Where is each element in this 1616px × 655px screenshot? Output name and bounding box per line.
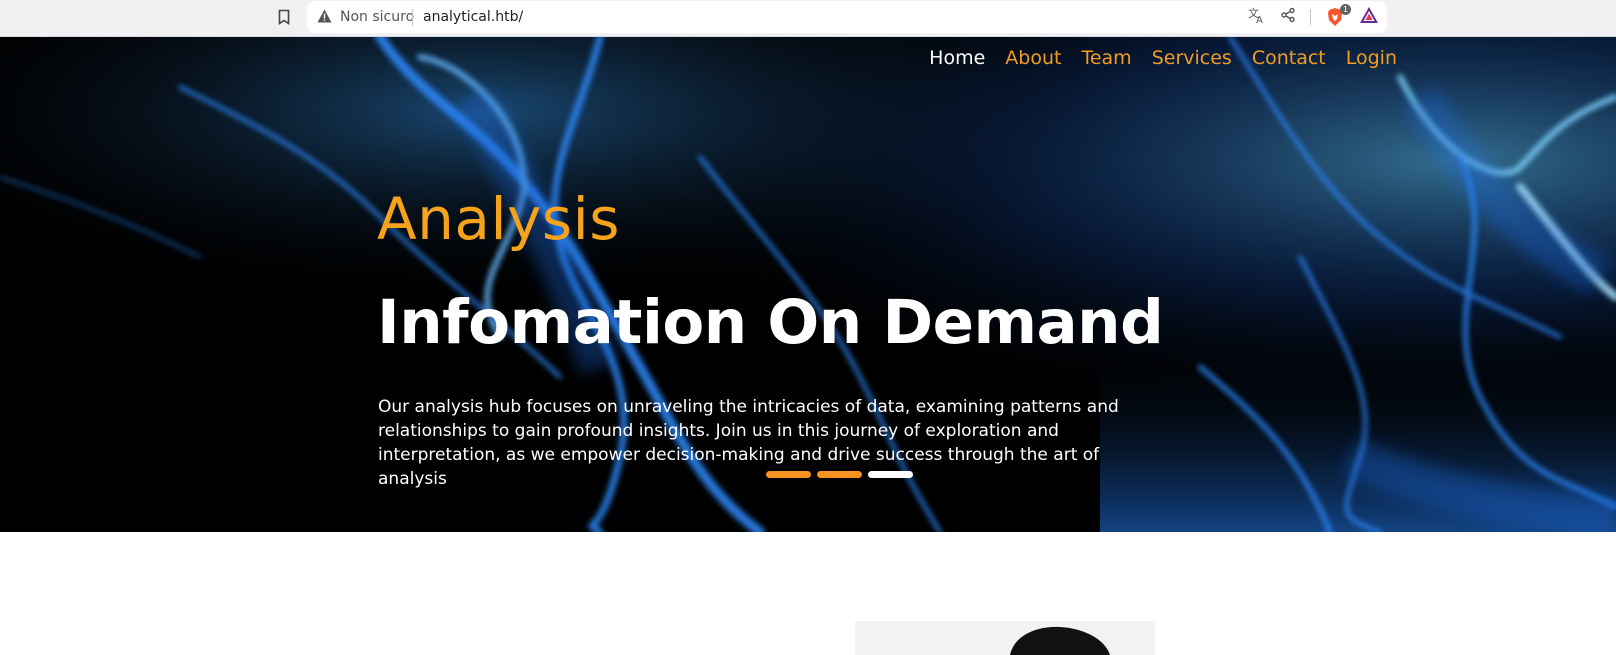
browser-toolbar: Non sicuro analytical.htb/ 文A 1 <box>0 0 1616 37</box>
address-bar[interactable]: Non sicuro analytical.htb/ 文A 1 <box>307 1 1387 33</box>
carousel-dot-2[interactable] <box>817 471 862 478</box>
carousel-dot-1[interactable] <box>766 471 811 478</box>
nav-contact[interactable]: Contact <box>1252 47 1326 69</box>
carousel-indicators <box>766 471 913 478</box>
main-nav: Home About Team Services Contact Login <box>929 47 1397 69</box>
nav-home[interactable]: Home <box>929 47 985 69</box>
bookmark-icon[interactable] <box>276 8 292 26</box>
shield-count-badge: 1 <box>1340 4 1351 15</box>
brave-shield-icon[interactable]: 1 <box>1325 4 1351 27</box>
toolbar-divider <box>1310 9 1311 25</box>
warning-icon[interactable] <box>317 9 332 28</box>
svg-text:A: A <box>1256 15 1263 24</box>
hero-subtitle: Analysis <box>377 185 620 253</box>
team-photo <box>855 621 1155 655</box>
omnibox-divider <box>412 9 413 26</box>
security-label[interactable]: Non sicuro <box>340 9 414 25</box>
omnibox-actions: 文A 1 <box>1248 4 1379 29</box>
share-icon[interactable] <box>1280 7 1296 28</box>
nav-team[interactable]: Team <box>1081 47 1131 69</box>
brave-rewards-icon[interactable] <box>1359 6 1379 29</box>
nav-login[interactable]: Login <box>1346 47 1397 69</box>
url-text[interactable]: analytical.htb/ <box>423 9 523 25</box>
nav-services[interactable]: Services <box>1152 47 1232 69</box>
hero-title: Infomation On Demand <box>377 287 1164 358</box>
hero-section: Home About Team Services Contact Login A… <box>0 37 1616 532</box>
carousel-dot-3[interactable] <box>868 471 913 478</box>
translate-icon[interactable]: 文A <box>1248 6 1266 29</box>
nav-about[interactable]: About <box>1005 47 1061 69</box>
